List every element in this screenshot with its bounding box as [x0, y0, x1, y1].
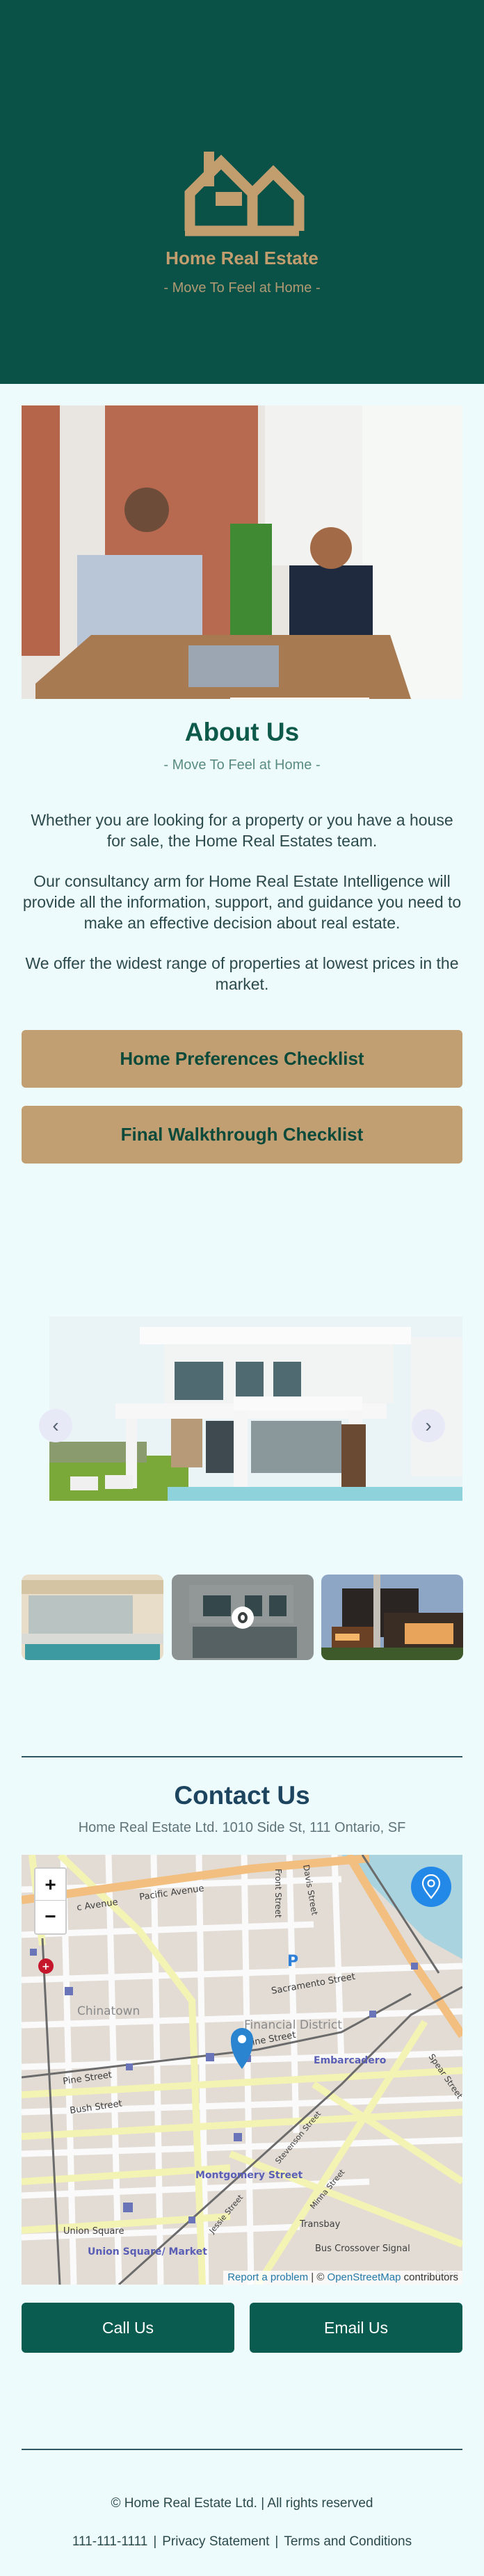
eye-icon — [232, 1606, 254, 1629]
gallery-thumbnail[interactable] — [321, 1575, 463, 1660]
about-photo — [22, 405, 462, 699]
about-title: About Us — [184, 718, 300, 746]
home-preferences-checklist-button[interactable]: Home Preferences Checklist — [22, 1030, 462, 1088]
gallery-main-slide[interactable] — [49, 1317, 462, 1501]
map-label: Montgomery Street — [195, 2170, 303, 2181]
gallery-prev-button[interactable]: ‹ — [39, 1409, 72, 1442]
location-pin-icon — [421, 1874, 441, 1899]
map-label: Bus Crossover Signal — [315, 2244, 410, 2254]
map-label: Embarcadero — [314, 2055, 387, 2066]
map-label: Financial District — [244, 2018, 342, 2032]
houses-logo-icon — [184, 152, 305, 236]
phone-link[interactable]: 111-111-1111 — [72, 2534, 147, 2549]
about-tagline: - Move To Feel at Home - — [163, 757, 321, 773]
map-label: Union Square/ Market — [88, 2246, 207, 2257]
map-label: Chinatown — [77, 2004, 140, 2018]
site-header: Home Real Estate - Move To Feel at Home … — [0, 0, 484, 384]
section-divider — [22, 1756, 462, 1757]
location-map[interactable]: + c Avenue Pacific Avenue Front Street D… — [22, 1855, 462, 2285]
location-button[interactable] — [411, 1867, 451, 1907]
openstreetmap-link[interactable]: OpenStreetMap — [328, 2271, 401, 2283]
brand-tagline: - Move To Feel at Home - — [163, 280, 321, 296]
map-label: Front Street — [273, 1869, 283, 1918]
active-thumbnail-overlay — [172, 1575, 314, 1660]
map-label: Transbay — [299, 2219, 341, 2230]
footer-links: 111-111-1111 | Privacy Statement | Terms and… — [0, 2534, 484, 2550]
about-paragraph: We offer the widest range of properties … — [25, 954, 459, 993]
map-label: Union Square — [63, 2226, 124, 2237]
copyright-text: © Home Real Estate Ltd. | All rights res… — [111, 2496, 373, 2511]
zoom-in-button[interactable]: + — [35, 1869, 65, 1901]
map-attribution: Report a problem | © OpenStreetMap contr… — [223, 2271, 462, 2285]
call-us-button[interactable]: Call Us — [22, 2303, 234, 2353]
about-paragraph: Whether you are looking for a property o… — [31, 811, 453, 850]
gallery-next-button[interactable]: › — [412, 1409, 445, 1442]
gallery-thumbnail-active[interactable] — [172, 1575, 314, 1660]
contact-title: Contact Us — [174, 1781, 310, 1810]
footer-separator: | — [153, 2534, 157, 2549]
chevron-right-icon: › — [425, 1415, 432, 1436]
hospital-icon: + — [42, 1961, 50, 1972]
footer-separator: | — [275, 2534, 279, 2549]
final-walkthrough-checklist-button[interactable]: Final Walkthrough Checklist — [22, 1106, 462, 1164]
about-paragraph: Our consultancy arm for Home Real Estate… — [22, 872, 462, 932]
contact-address: Home Real Estate Ltd. 1010 Side St, 111 … — [78, 1820, 406, 1835]
privacy-statement-link[interactable]: Privacy Statement — [162, 2534, 269, 2549]
parking-icon: P — [287, 1953, 298, 1970]
report-problem-link[interactable]: Report a problem — [227, 2271, 308, 2283]
attribution-suffix: contributors — [401, 2271, 458, 2283]
zoom-out-button[interactable]: − — [35, 1901, 65, 1933]
email-us-button[interactable]: Email Us — [250, 2303, 462, 2353]
footer-divider — [22, 2449, 462, 2450]
map-zoom-control: + − — [34, 1867, 67, 1935]
brand-name: Home Real Estate — [166, 248, 318, 268]
terms-and-conditions-link[interactable]: Terms and Conditions — [284, 2534, 412, 2549]
chevron-left-icon: ‹ — [52, 1415, 59, 1436]
attribution-separator: | © — [308, 2271, 328, 2283]
gallery-thumbnail[interactable] — [22, 1575, 163, 1660]
